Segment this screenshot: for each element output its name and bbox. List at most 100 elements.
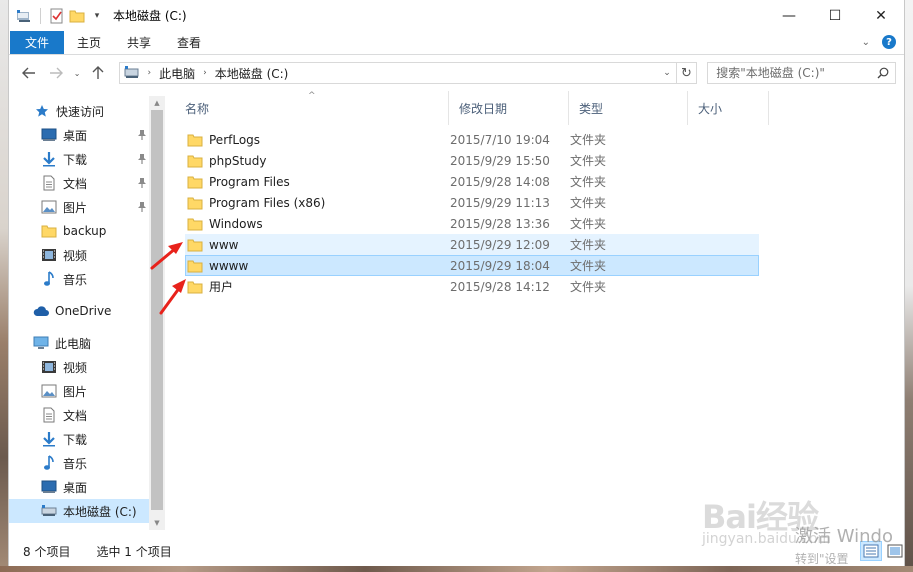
file-row[interactable]: wwww 2015/9/29 18:04 文件夹: [185, 255, 759, 276]
quick-access-toolbar: ▾: [9, 7, 105, 24]
file-name-cell[interactable]: Program Files: [186, 175, 450, 189]
nav-pc-item[interactable]: 下载: [9, 427, 149, 451]
column-date-modified[interactable]: 修改日期: [449, 91, 569, 125]
nav-onedrive[interactable]: OneDrive: [9, 299, 149, 323]
file-row[interactable]: phpStudy 2015/9/29 15:50 文件夹: [185, 150, 759, 171]
search-box[interactable]: [707, 62, 897, 84]
file-row[interactable]: www 2015/9/29 12:09 文件夹: [185, 234, 759, 255]
nav-pc-item[interactable]: 本地磁盘 (C:): [9, 499, 149, 523]
file-name: 用户: [209, 280, 234, 294]
help-icon[interactable]: ?: [882, 35, 896, 49]
nav-pc-item[interactable]: 视频: [9, 355, 149, 379]
scroll-up-icon[interactable]: ▲: [149, 97, 165, 109]
pin-icon[interactable]: [137, 177, 147, 189]
file-name-cell[interactable]: phpStudy: [186, 154, 450, 168]
nav-label: backup: [63, 224, 107, 238]
ribbon-tabs: 文件 主页 共享 查看 ⌄ ?: [9, 31, 904, 55]
column-size[interactable]: 大小: [688, 91, 769, 125]
maximize-button[interactable]: ☐: [812, 0, 858, 31]
scrollbar-thumb[interactable]: [151, 110, 163, 510]
file-date: 2015/9/28 13:36: [450, 216, 550, 231]
desktop-icon: [41, 127, 57, 143]
nav-quick-item[interactable]: 图片: [9, 195, 149, 219]
file-name: Program Files (x86): [209, 195, 326, 210]
minimize-button[interactable]: —: [766, 0, 812, 31]
file-row[interactable]: Program Files (x86) 2015/9/29 11:13 文件夹: [185, 192, 759, 213]
recent-locations-icon[interactable]: ⌄: [72, 62, 81, 84]
properties-icon[interactable]: [49, 8, 65, 24]
file-row[interactable]: Windows 2015/9/28 13:36 文件夹: [185, 213, 759, 234]
explorer-window: ▾ 本地磁盘 (C:) — ☐ ✕ 文件 主页 共享 查看 ⌄ ? ⌄ › 此电…: [8, 0, 905, 566]
explorer-app-icon[interactable]: [16, 8, 32, 24]
file-date: 2015/9/29 15:50: [450, 153, 550, 168]
window-controls: — ☐ ✕: [766, 0, 904, 31]
tab-file[interactable]: 文件: [10, 31, 64, 54]
breadcrumb-drive-c[interactable]: 本地磁盘 (C:): [212, 65, 292, 82]
nav-quick-item[interactable]: 文档: [9, 171, 149, 195]
file-row[interactable]: Program Files 2015/9/28 14:08 文件夹: [185, 171, 759, 192]
customize-toolbar-icon[interactable]: ▾: [89, 8, 105, 24]
star-icon: [34, 103, 50, 119]
nav-this-pc[interactable]: 此电脑: [9, 331, 149, 355]
nav-quick-item[interactable]: backup: [9, 219, 149, 243]
refresh-icon[interactable]: ↻: [676, 62, 698, 84]
file-name-cell[interactable]: wwww: [186, 259, 450, 273]
search-input[interactable]: [716, 66, 872, 80]
nav-pc-item[interactable]: 音乐: [9, 451, 149, 475]
large-icons-view-icon[interactable]: [884, 541, 906, 561]
nav-pc-item[interactable]: 文档: [9, 403, 149, 427]
nav-label: 下载: [63, 432, 88, 447]
tab-share[interactable]: 共享: [114, 31, 164, 54]
breadcrumb-this-pc[interactable]: 此电脑: [156, 65, 198, 82]
back-arrow-icon[interactable]: [19, 62, 40, 84]
forward-arrow-icon[interactable]: [46, 62, 67, 84]
address-bar[interactable]: › 此电脑 › 本地磁盘 (C:) ⌄: [118, 62, 677, 84]
nav-quick-item[interactable]: 视频: [9, 243, 149, 267]
file-name-cell[interactable]: Windows: [186, 217, 450, 231]
file-name-cell[interactable]: www: [186, 238, 450, 252]
column-type[interactable]: 类型: [569, 91, 688, 125]
file-name-cell[interactable]: Program Files (x86): [186, 196, 450, 210]
file-name-cell[interactable]: PerfLogs: [186, 133, 450, 147]
download-icon: [41, 151, 57, 167]
file-name-cell[interactable]: 用户: [186, 278, 450, 295]
nav-pc-item[interactable]: 桌面: [9, 475, 149, 499]
picture-icon: [41, 199, 57, 215]
close-button[interactable]: ✕: [858, 0, 904, 31]
nav-scrollbar[interactable]: ▲ ▼: [149, 96, 165, 530]
document-icon: [41, 175, 57, 191]
file-row[interactable]: PerfLogs 2015/7/10 19:04 文件夹: [185, 129, 759, 150]
pin-icon[interactable]: [137, 153, 147, 165]
nav-quick-item[interactable]: 音乐: [9, 267, 149, 291]
nav-pc-item[interactable]: 图片: [9, 379, 149, 403]
pin-icon[interactable]: [137, 201, 147, 213]
details-view-icon[interactable]: [860, 541, 882, 561]
nav-label: 桌面: [63, 128, 88, 143]
breadcrumb-chevron-icon[interactable]: ›: [143, 68, 157, 78]
up-arrow-icon[interactable]: [88, 62, 109, 84]
chevron-down-icon[interactable]: ⌄: [862, 37, 870, 48]
nav-quick-item[interactable]: 桌面: [9, 123, 149, 147]
scroll-down-icon[interactable]: ▼: [149, 517, 165, 529]
nav-quick-access[interactable]: 快速访问: [9, 99, 149, 123]
file-type: 文件夹: [570, 175, 607, 189]
folder-icon: [41, 223, 57, 239]
new-folder-icon[interactable]: [69, 8, 85, 24]
nav-quick-item[interactable]: 下载: [9, 147, 149, 171]
search-icon[interactable]: [871, 67, 895, 79]
nav-label: 文档: [63, 408, 88, 423]
tab-view[interactable]: 查看: [164, 31, 214, 54]
pin-icon[interactable]: [137, 129, 147, 141]
address-dropdown-icon[interactable]: ⌄: [657, 63, 676, 83]
file-type: 文件夹: [570, 238, 607, 252]
view-switcher: [860, 541, 906, 561]
folder-icon: [187, 134, 203, 146]
tab-home[interactable]: 主页: [64, 31, 114, 54]
breadcrumb-chevron-icon[interactable]: ›: [198, 68, 212, 78]
file-name: PerfLogs: [209, 132, 261, 147]
file-row[interactable]: 用户 2015/9/28 14:12 文件夹: [185, 276, 759, 297]
drive-location-icon: [120, 66, 143, 80]
title-bar: ▾ 本地磁盘 (C:) — ☐ ✕: [9, 0, 904, 31]
nav-label: 图片: [63, 200, 88, 215]
file-date: 2015/9/28 14:12: [450, 279, 550, 294]
